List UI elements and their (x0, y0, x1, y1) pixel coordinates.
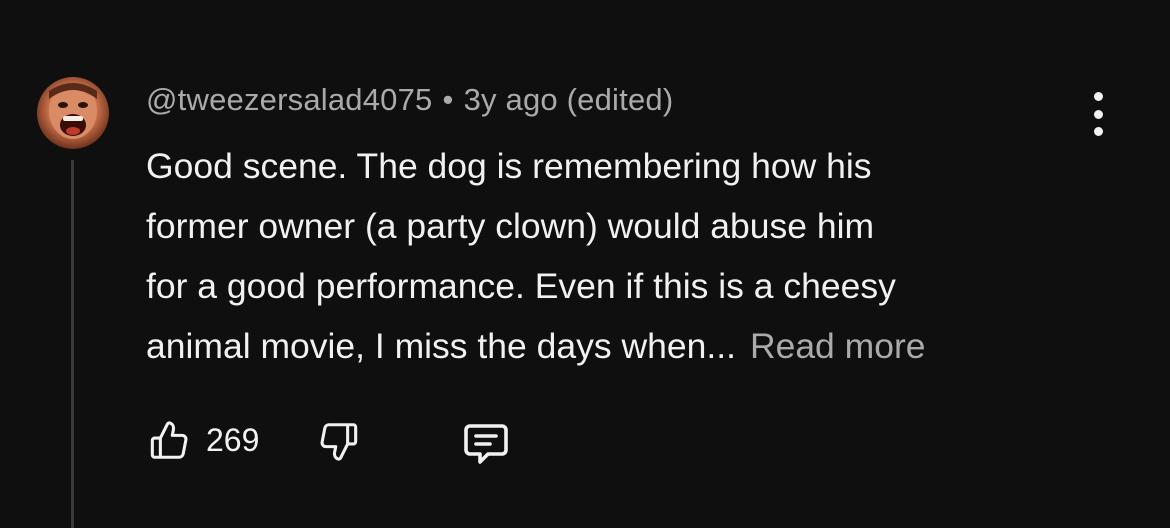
thread-line (71, 160, 74, 528)
kebab-dot (1093, 127, 1103, 136)
like-button[interactable] (146, 416, 192, 464)
comment-line-last: animal movie, I miss the days when... Rea… (146, 316, 1106, 376)
like-count: 269 (206, 422, 260, 458)
comment-line: Good scene. The dog is remembering how h… (146, 146, 872, 186)
kebab-dot (1093, 109, 1103, 119)
comment-text: Good scene. The dog is remembering how h… (146, 136, 1106, 376)
meta-separator: • (442, 82, 454, 117)
more-options-button[interactable] (1080, 92, 1116, 136)
comment-line: animal movie, I miss the days when... (146, 326, 736, 366)
comment-meta: @tweezersalad4075 • 3y ago (edited) (146, 82, 673, 118)
avatar[interactable] (37, 77, 109, 149)
thumbs-down-icon (320, 423, 358, 461)
author-handle[interactable]: @tweezersalad4075 (146, 82, 433, 117)
read-more-link[interactable]: Read more (750, 326, 926, 366)
dislike-button[interactable] (316, 418, 362, 466)
avatar-face-image (49, 83, 97, 139)
comment-reply-icon (464, 424, 508, 464)
kebab-menu-icon (1093, 92, 1103, 101)
reply-button[interactable] (460, 420, 512, 468)
comment-line: former owner (a party clown) would abuse… (146, 206, 875, 246)
comment-line: for a good performance. Even if this is … (146, 266, 896, 306)
thumbs-up-icon (150, 421, 188, 459)
comment-timestamp: 3y ago (edited) (463, 82, 674, 117)
